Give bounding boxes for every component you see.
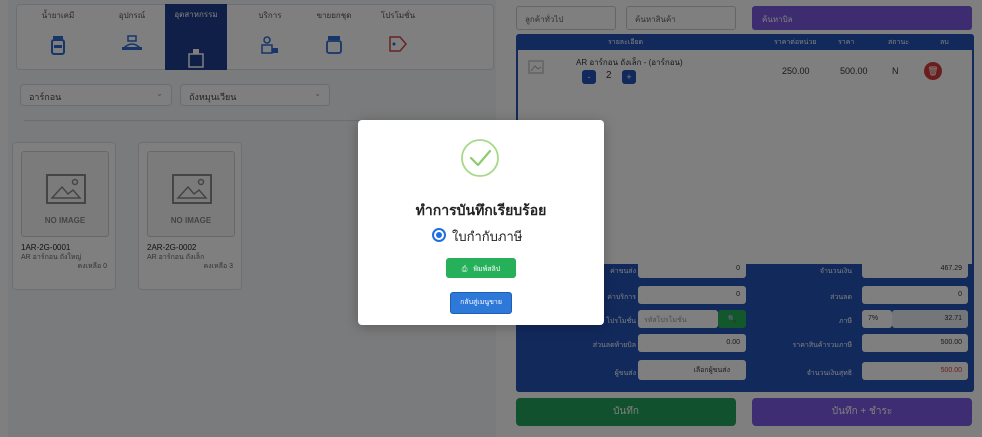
success-check-icon [461,139,499,177]
print-slip-button[interactable]: ⎙ พิมพ์สลิป [446,258,516,278]
print-slip-label: พิมพ์สลิป [473,266,501,273]
back-to-sale-button[interactable]: กลับสู่เมนูขาย [450,292,512,314]
success-dialog: ทำการบันทึกเรียบร้อย ใบกำกับภาษี ⎙ พิมพ์ส… [358,120,604,325]
tax-invoice-radio[interactable] [432,228,446,242]
tax-invoice-label: ใบกำกับภาษี [452,229,523,244]
dialog-title: ทำการบันทึกเรียบร้อย [415,202,547,218]
print-icon: ⎙ [461,266,468,273]
